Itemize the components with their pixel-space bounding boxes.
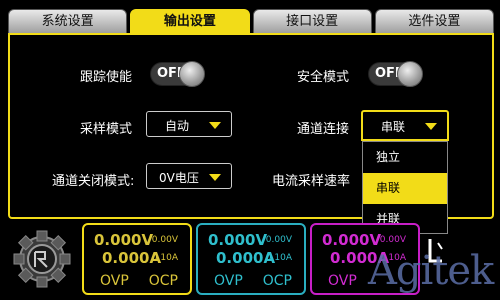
channel-connect-dropdown: 独立 串联 并联 [362,141,448,234]
tab-output-settings[interactable]: 输出设置 [130,9,250,35]
channel-3-voltage: 0.000V [322,231,382,249]
tracking-enable-toggle[interactable]: OFF [150,61,205,87]
channel-2-voltage: 0.000V [208,231,268,249]
sampling-mode-select[interactable]: 自动 [146,111,232,137]
toggle-knob-icon [397,61,423,87]
tab-interface-settings[interactable]: 接口设置 [252,9,372,35]
channel-2-voltage-set: 0.00V [265,235,292,245]
tab-system-settings[interactable]: 系统设置 [8,9,128,35]
channel-connect-select[interactable]: 串联 [361,110,449,141]
gear-icon[interactable] [8,221,76,293]
channel-3-ovp: OVP [328,273,357,289]
channel-1-current-set: 0.10A [151,253,178,263]
dropdown-option-series[interactable]: 串联 [363,173,447,204]
channel-off-mode-select[interactable]: 0V电压 [146,163,232,189]
sampling-mode-value: 自动 [165,119,190,133]
safety-mode-label: 安全模式 [297,70,350,85]
chevron-down-icon [425,123,437,130]
sampling-mode-label: 采样模式 [80,122,133,137]
channel-1-ocp: OCP [148,273,178,289]
chevron-down-icon [209,174,221,181]
channel-2-ovp: OVP [214,273,243,289]
channel-connect-label: 通道连接 [297,122,350,137]
chevron-down-icon [209,122,221,129]
tab-option-settings[interactable]: 选件设置 [374,9,494,35]
dropdown-option-independent[interactable]: 独立 [363,142,447,173]
channel-3-voltage-set: 0.00V [379,235,406,245]
tracking-enable-label: 跟踪使能 [80,70,133,85]
channel-2-ocp: OCP [262,273,292,289]
tab-bar: 系统设置 输出设置 接口设置 选件设置 [8,9,494,35]
channel-off-mode-label: 通道关闭模式: [52,174,135,189]
channel-1-voltage: 0.000V [94,231,154,249]
watermark-logo: Agitek [368,248,494,294]
channel-1-ovp: OVP [100,273,129,289]
safety-mode-toggle[interactable]: OFF [368,61,423,87]
channel-off-mode-value: 0V电压 [159,171,199,185]
channel-2-current-set: 0.10A [265,253,292,263]
toggle-knob-icon [179,61,205,87]
channel-1-card[interactable]: 0.000V 0.00V 0.000A 0.10A OVP OCP [82,223,192,295]
channel-1-voltage-set: 0.00V [151,235,178,245]
current-sampling-rate-label: 电流采样速率 [272,174,351,189]
channel-connect-value: 串联 [381,120,406,134]
channel-2-card[interactable]: 0.000V 0.00V 0.000A 0.10A OVP OCP [196,223,306,295]
